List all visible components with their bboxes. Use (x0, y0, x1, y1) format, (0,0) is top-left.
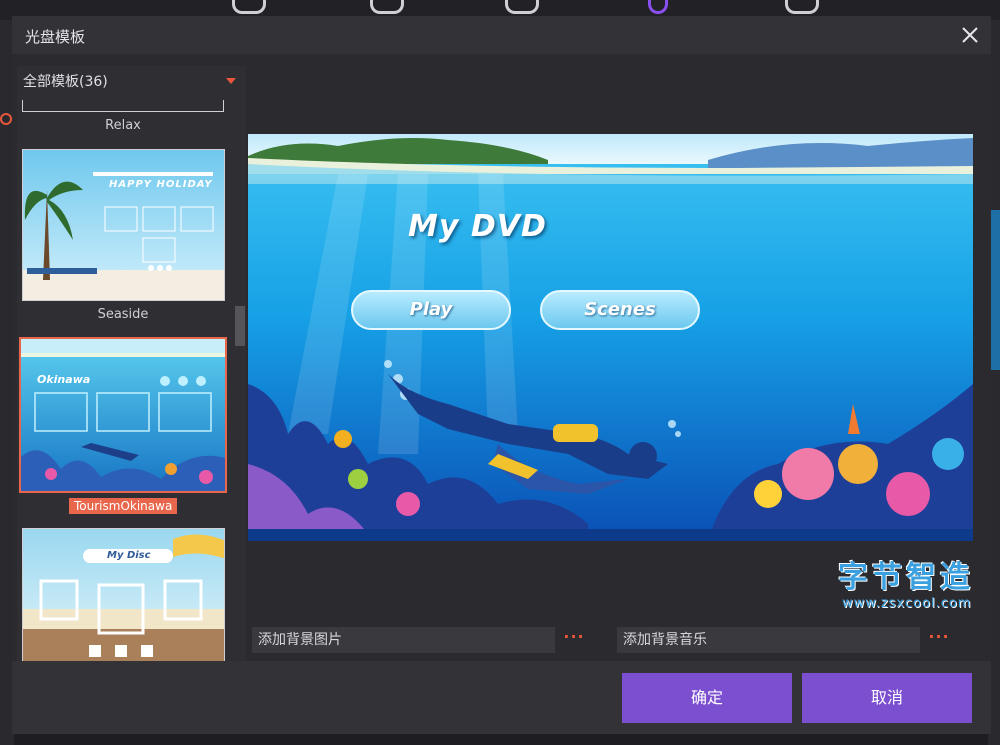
play-icon[interactable] (232, 0, 266, 14)
disc-template-dialog: 光盘模板 全部模板(36) Relax HAPPY HOLIDAY Seasid… (12, 16, 991, 734)
watermark-url: www.zsxcool.com (842, 596, 972, 611)
menu-preview: My DVD Play Scenes (248, 134, 973, 541)
close-icon (962, 27, 978, 43)
template-filter-dropdown[interactable]: 全部模板(36) (17, 66, 246, 96)
scrollbar-thumb[interactable] (235, 306, 245, 346)
template-scrollbar[interactable] (239, 96, 245, 661)
menu-icon[interactable] (785, 0, 819, 14)
browse-music-button[interactable]: ··· (927, 627, 951, 653)
template-thumbnail-tourism-okinawa[interactable]: Okinawa (19, 337, 227, 493)
template-list: 全部模板(36) Relax HAPPY HOLIDAY Seaside Oki… (17, 66, 246, 661)
watermark: 字节智造 www.zsxcool.com (838, 552, 974, 611)
template-thumbnail-seaside[interactable]: HAPPY HOLIDAY (22, 149, 225, 301)
template-name-tourism-okinawa: TourismOkinawa (69, 498, 178, 514)
dialog-title: 光盘模板 (25, 28, 86, 46)
dialog-footer: 确定 取消 (12, 661, 991, 734)
watermark-text: 字节智造 (838, 560, 974, 595)
dropdown-arrow-icon (226, 78, 236, 84)
background-image-field[interactable]: 添加背景图片 (252, 627, 555, 653)
record-icon (0, 113, 12, 125)
ok-button[interactable]: 确定 (622, 673, 792, 723)
filter-label: 全部模板(36) (23, 74, 108, 90)
template-thumbnail-relax[interactable] (22, 100, 224, 112)
template-name-relax: Relax (105, 118, 141, 133)
preview-menu-title: My DVD (408, 209, 547, 244)
template-thumb-text-my-disc: My Disc (107, 550, 151, 561)
preview-scenes-button[interactable]: Scenes (540, 290, 700, 330)
list-icon[interactable] (370, 0, 404, 14)
template-name-seaside: Seaside (97, 307, 149, 322)
template-thumbnail-my-disc[interactable]: My Disc (22, 528, 225, 661)
video-icon[interactable] (505, 0, 539, 14)
close-button[interactable] (955, 20, 985, 50)
background-music-field[interactable]: 添加背景音乐 (617, 627, 920, 653)
cancel-button[interactable]: 取消 (802, 673, 972, 723)
disc-icon[interactable] (648, 0, 668, 14)
template-thumb-text-okinawa: Okinawa (37, 373, 91, 386)
template-thumb-text-seaside: HAPPY HOLIDAY (109, 179, 213, 190)
browse-image-button[interactable]: ··· (562, 627, 586, 653)
preview-play-button[interactable]: Play (351, 290, 511, 330)
dialog-header: 光盘模板 (12, 16, 991, 54)
